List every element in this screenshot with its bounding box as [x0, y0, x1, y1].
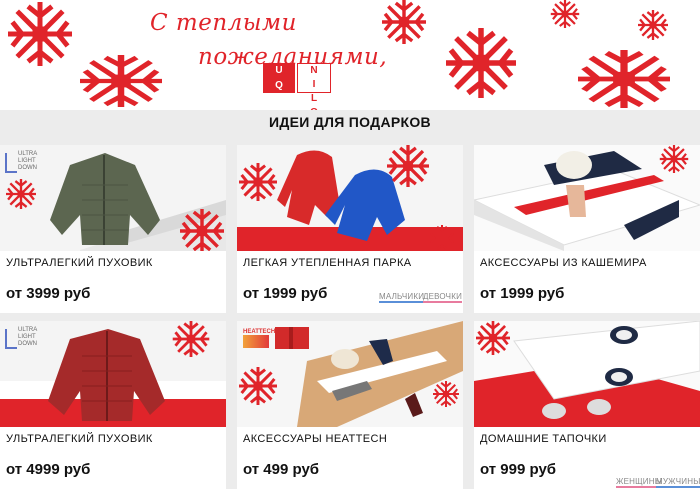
snowflake-icon: [550, 0, 580, 28]
logo-top: U: [263, 63, 295, 78]
logo-letter: O: [298, 106, 330, 110]
product-image: [474, 145, 700, 251]
logo-letter: L: [310, 93, 318, 104]
snowflake-icon: [8, 2, 72, 66]
logo-top-right: NI: [298, 64, 330, 92]
product-name: ЛЕГКАЯ УТЕПЛЕННАЯ ПАРКА: [243, 257, 412, 269]
men-tag[interactable]: МУЖЧИНЫ: [656, 477, 700, 488]
uniqlo-logo[interactable]: U Q NI LO: [263, 63, 331, 110]
product-name: АКСЕССУАРЫ HEATTECH: [243, 433, 388, 445]
product-name: АКСЕССУАРЫ ИЗ КАШЕМИРА: [480, 257, 647, 269]
snowflake-icon: [578, 50, 670, 108]
heattech-bar: [243, 335, 269, 348]
ulogo-mark: [5, 153, 17, 173]
boys-tag[interactable]: МАЛЬЧИКИ: [379, 292, 425, 303]
snowflake-icon: [387, 145, 429, 187]
heattech-logo: HEATTECH: [243, 329, 276, 349]
ulogo-text: ULTRA LIGHT DOWN: [18, 151, 37, 171]
product-card[interactable]: АКСЕССУАРЫ ИЗ КАШЕМИРА от 1999 руб: [474, 145, 700, 313]
snowflake-icon: [6, 179, 36, 209]
product-price: от 999 руб: [480, 461, 557, 478]
ulogo-text: ULTRA LIGHT DOWN: [18, 327, 37, 347]
logo-letter: U: [275, 65, 283, 76]
product-price: от 499 руб: [243, 461, 320, 478]
girls-tag[interactable]: ДЕВОЧКИ: [423, 292, 463, 303]
product-card[interactable]: ДОМАШНИЕ ТАПОЧКИ от 999 руб ЖЕНЩИНЫ МУЖЧ…: [474, 321, 700, 489]
product-card[interactable]: HEATTECH АКСЕССУАРЫ HEATTECH от 499 руб: [237, 321, 463, 489]
snowflake-icon: [239, 367, 277, 405]
snowflake-icon: [433, 381, 459, 407]
ulogo-mark: [5, 329, 17, 349]
section-title: ИДЕИ ДЛЯ ПОДАРКОВ: [269, 114, 431, 130]
snowflake-icon: [638, 10, 668, 40]
logo-letter: Q: [275, 80, 283, 91]
product-card[interactable]: ULTRA LIGHT DOWN УЛЬТРАЛЕГКИЙ ПУХОВИК от…: [0, 145, 226, 313]
product-price: от 1999 руб: [480, 285, 565, 302]
greeting-line-1: С теплыми: [150, 10, 297, 36]
heattech-text: HEATTECH: [243, 329, 276, 335]
logo-bottom: Q: [263, 78, 295, 93]
logo-letter: N: [310, 65, 318, 76]
snowflake-icon: [180, 209, 224, 251]
product-image: [237, 145, 463, 251]
snowflake-icon: [172, 321, 210, 357]
promo-banner: С теплыми пожеланиями, U Q NI LO: [0, 0, 700, 110]
product-price: от 3999 руб: [6, 285, 91, 302]
product-name: УЛЬТРАЛЕГКИЙ ПУХОВИК: [6, 257, 153, 269]
snowflake-icon: [429, 225, 455, 251]
product-card[interactable]: ULTRA LIGHT DOWN УЛЬТРАЛЕГКИЙ ПУХОВИК от…: [0, 321, 226, 489]
product-card[interactable]: ЛЕГКАЯ УТЕПЛЕННАЯ ПАРКА от 1999 руб МАЛЬ…: [237, 145, 463, 313]
product-name: УЛЬТРАЛЕГКИЙ ПУХОВИК: [6, 433, 153, 445]
snowflake-icon: [659, 145, 689, 173]
product-image: [474, 321, 700, 427]
product-image: ULTRA LIGHT DOWN: [0, 321, 226, 427]
product-image: ULTRA LIGHT DOWN: [0, 145, 226, 251]
snowflake-icon: [446, 28, 516, 98]
snowflake-icon: [239, 163, 277, 201]
logo-letter: I: [312, 79, 316, 90]
logo-box-right: NI LO: [297, 63, 331, 110]
product-name: ДОМАШНИЕ ТАПОЧКИ: [480, 433, 607, 445]
logo-bottom-right: LO: [298, 92, 330, 110]
product-price: от 1999 руб: [243, 285, 328, 302]
snowflake-icon: [382, 0, 426, 44]
product-price: от 4999 руб: [6, 461, 91, 478]
ultra-light-down-logo: ULTRA LIGHT DOWN: [5, 151, 39, 181]
ultra-light-down-logo: ULTRA LIGHT DOWN: [5, 327, 39, 357]
logo-box-left: U Q: [263, 63, 295, 93]
snowflake-icon: [476, 321, 510, 355]
product-image: HEATTECH: [237, 321, 463, 427]
